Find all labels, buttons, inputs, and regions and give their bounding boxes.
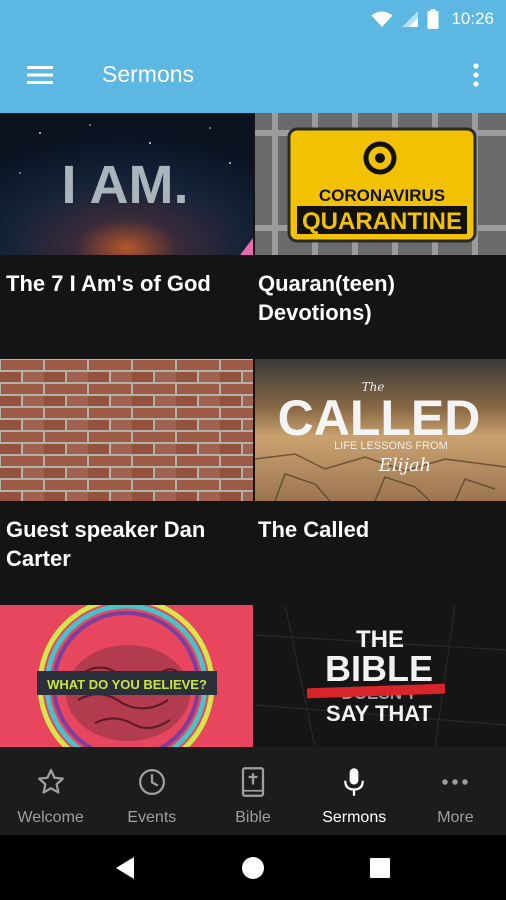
sermon-card[interactable]: WHAT DO YOU BELIEVE? — [0, 605, 253, 747]
nav-item-sermons[interactable]: Sermons — [304, 747, 405, 835]
bible-icon — [241, 767, 265, 797]
sermon-card[interactable]: The CALLED LIFE LESSONS FROM Elijah The … — [253, 359, 506, 605]
nav-item-welcome[interactable]: Welcome — [0, 747, 101, 835]
sermon-card[interactable]: CORONAVIRUS QUARANTINE Quaran(teen) Devo… — [253, 113, 506, 359]
signal-icon — [402, 10, 419, 27]
thumb-text: BIBLE — [325, 648, 433, 689]
recents-button[interactable] — [365, 855, 395, 881]
thumb-text: QUARANTINE — [302, 208, 462, 235]
sermon-card[interactable]: I AM. The 7 I Am's of God — [0, 113, 253, 359]
nav-label: Bible — [235, 809, 271, 826]
recents-square-icon — [370, 858, 390, 878]
thumb-text: CALLED — [278, 390, 481, 446]
star-icon — [37, 769, 64, 794]
sermon-card[interactable]: THE BIBLE DOESN'T SAY THAT — [253, 605, 506, 747]
clock-icon — [138, 769, 165, 795]
thumb-text: LIFE LESSONS FROM — [334, 440, 448, 452]
status-time: 10:26 — [451, 8, 494, 28]
bottom-navigation: Welcome Events Bible Sermons More — [0, 747, 506, 835]
sermon-title: Guest speaker Dan Carter — [6, 517, 206, 571]
microphone-icon — [344, 768, 365, 796]
sermon-thumbnail: I AM. — [0, 113, 253, 255]
sermon-thumbnail: THE BIBLE DOESN'T SAY THAT — [255, 605, 506, 747]
nav-item-events[interactable]: Events — [101, 747, 202, 835]
sermon-thumbnail — [0, 359, 253, 501]
sermon-grid: I AM. The 7 I Am's of God CORONAVIRUS QU… — [0, 113, 506, 747]
more-dots-icon — [442, 779, 469, 785]
nav-label: Welcome — [17, 809, 84, 826]
status-icons: 10:26 — [371, 0, 494, 37]
battery-icon — [427, 8, 439, 29]
hamburger-menu-button[interactable] — [18, 57, 62, 93]
home-button[interactable] — [238, 855, 268, 881]
sermon-thumbnail: WHAT DO YOU BELIEVE? — [0, 605, 253, 747]
overflow-menu-button[interactable] — [464, 57, 488, 93]
nav-item-more[interactable]: More — [405, 747, 506, 835]
page-title: Sermons — [102, 61, 195, 87]
back-triangle-icon — [116, 857, 134, 879]
nav-label: More — [437, 809, 474, 826]
home-circle-icon — [242, 857, 264, 879]
thumb-text: I AM. — [62, 155, 189, 215]
app-bar: Sermons — [0, 37, 506, 113]
sermon-thumbnail: CORONAVIRUS QUARANTINE — [255, 113, 506, 255]
sermon-title: Quaran(teen) Devotions) — [258, 271, 395, 325]
thumb-text: Elijah — [378, 455, 432, 476]
nav-item-bible[interactable]: Bible — [202, 747, 303, 835]
sermon-title: The Called — [258, 517, 370, 542]
sermon-card[interactable]: Guest speaker Dan Carter — [0, 359, 253, 605]
back-button[interactable] — [110, 855, 140, 881]
sermon-title: The 7 I Am's of God — [6, 271, 211, 296]
more-vert-icon — [473, 63, 479, 87]
system-navigation-bar — [0, 835, 506, 900]
nav-label: Events — [127, 809, 177, 826]
thumb-text: SAY THAT — [326, 701, 433, 726]
status-bar: 10:26 — [0, 0, 506, 37]
thumb-text: CORONAVIRUS — [319, 186, 445, 205]
nav-label: Sermons — [322, 809, 387, 826]
wifi-icon — [371, 11, 393, 27]
sermon-thumbnail: The CALLED LIFE LESSONS FROM Elijah — [255, 359, 506, 501]
hamburger-icon — [27, 66, 53, 84]
thumb-text: WHAT DO YOU BELIEVE? — [47, 677, 207, 692]
